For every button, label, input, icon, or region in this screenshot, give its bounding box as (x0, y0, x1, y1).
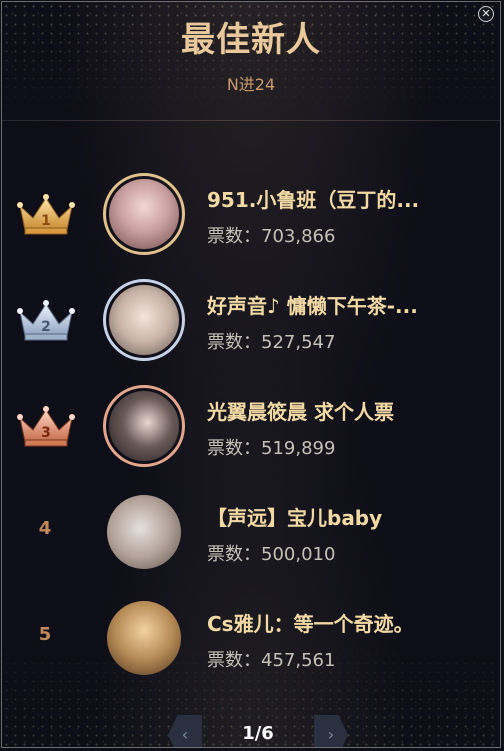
ranking-row-4[interactable]: 4 【声远】宝儿baby 票数：500,010 (2, 480, 500, 585)
vote-count: 票数：519,899 (207, 438, 336, 459)
ranking-row-1[interactable]: 1 951.小鲁班（豆丁的... 票数：703,866 (2, 162, 500, 267)
contestant-name[interactable]: 951.小鲁班（豆丁的... (207, 184, 497, 213)
page-subtitle: N进24 (226, 75, 276, 94)
vote-count: 票数：500,010 (207, 544, 336, 565)
rank-number: 5 (38, 624, 52, 645)
chevron-right-icon[interactable]: › (314, 715, 348, 747)
panel-frame: ✕ 最佳新人 N进24 1 951.小鲁班（豆丁的... 票数：703,866 (1, 1, 501, 748)
header-divider (2, 120, 500, 121)
vote-count: 票数：527,547 (207, 332, 336, 353)
page-title: 最佳新人 (181, 20, 321, 60)
ranking-row-3[interactable]: 3 光翼晨筱晨 求个人票 票数：519,899 (2, 374, 500, 479)
vote-count: 票数：703,866 (207, 226, 336, 247)
chevron-left-icon[interactable]: ‹ (168, 715, 202, 747)
silver-crown-icon: 2 (17, 300, 75, 341)
avatar[interactable] (103, 173, 185, 255)
pagination: ‹ 1/6 › (168, 715, 348, 747)
vote-count: 票数：457,561 (207, 650, 336, 671)
rank-number: 2 (41, 319, 51, 335)
gold-crown-icon: 1 (17, 194, 75, 235)
ranking-row-5[interactable]: 5 Cs雅儿：等一个奇迹。 票数：457,561 (2, 586, 500, 691)
rank-number: 1 (41, 213, 51, 229)
rank-number: 4 (38, 518, 52, 539)
rank-number: 3 (41, 425, 51, 441)
bronze-crown-icon: 3 (17, 406, 75, 447)
page-indicator: 1/6 (242, 723, 274, 744)
ranking-row-2[interactable]: 2 好声音♪ 慵懒下午茶-... 票数：527,547 (2, 268, 500, 373)
avatar[interactable] (103, 491, 185, 573)
contestant-name[interactable]: 光翼晨筱晨 求个人票 (207, 396, 497, 425)
contestant-name[interactable]: 【声远】宝儿baby (207, 502, 497, 531)
avatar[interactable] (103, 597, 185, 679)
avatar[interactable] (103, 279, 185, 361)
avatar[interactable] (103, 385, 185, 467)
contestant-name[interactable]: Cs雅儿：等一个奇迹。 (207, 608, 497, 637)
contestant-name[interactable]: 好声音♪ 慵懒下午茶-... (207, 290, 497, 319)
